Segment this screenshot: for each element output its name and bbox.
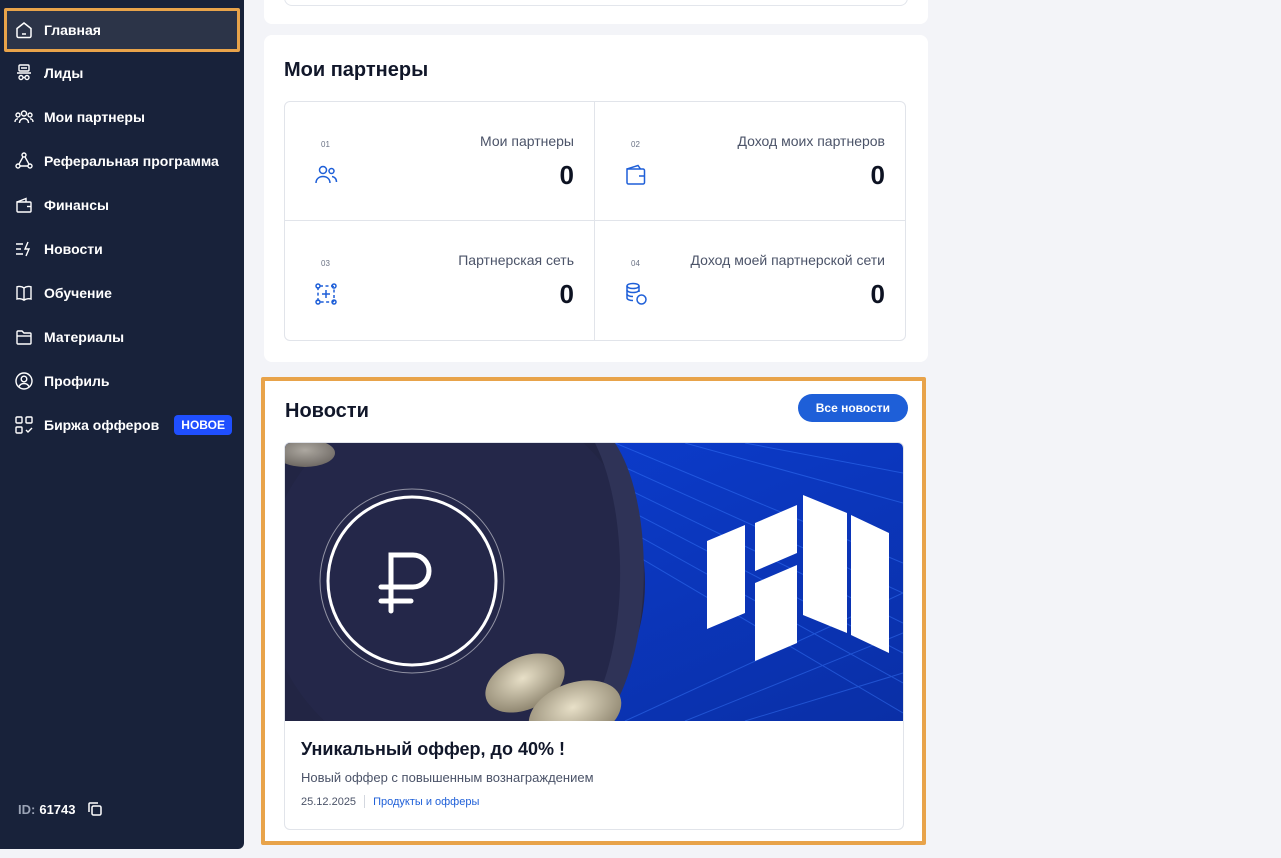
user-id: ID: 61743 <box>18 800 104 818</box>
stat-number: 03 <box>321 259 330 268</box>
sidebar-item-partners[interactable]: Мои партнеры <box>4 95 240 139</box>
sidebar-item-learning[interactable]: Обучение <box>4 271 240 315</box>
sidebar-item-leads[interactable]: Лиды <box>4 51 240 95</box>
sidebar-item-profile[interactable]: Профиль <box>4 359 240 403</box>
stat-network-income: 04 Доход моей партнерской сети 0 <box>595 221 905 340</box>
stat-label: Доход моей партнерской сети <box>690 252 885 268</box>
sidebar-item-label: Новости <box>44 241 103 257</box>
copy-icon[interactable] <box>86 800 104 818</box>
wallet-icon <box>14 195 34 215</box>
stat-value: 0 <box>559 279 574 309</box>
stat-label: Партнерская сеть <box>458 252 574 268</box>
stat-partners-income: 02 Доход моих партнеров 0 <box>595 102 905 221</box>
news-item-description: Новый оффер с повышенным вознаграждением <box>301 770 594 785</box>
sidebar-item-label: Обучение <box>44 285 112 301</box>
sidebar-item-materials[interactable]: Материалы <box>4 315 240 359</box>
partners-stats-grid: 01 Мои партнеры 0 02 Доход моих партнеро… <box>284 101 906 341</box>
all-news-button[interactable]: Все новости <box>797 394 908 422</box>
stat-label: Мои партнеры <box>480 133 574 149</box>
offers-icon <box>14 415 34 435</box>
sidebar-item-label: Лиды <box>44 65 84 81</box>
stat-value: 0 <box>559 160 574 190</box>
sidebar-item-news[interactable]: Новости <box>4 227 240 271</box>
sidebar-item-label: Финансы <box>44 197 109 213</box>
top-card-partial <box>264 0 928 24</box>
sidebar-item-label: Материалы <box>44 329 125 345</box>
profile-icon <box>14 371 34 391</box>
folder-icon <box>14 327 34 347</box>
home-icon <box>14 20 34 40</box>
sidebar-item-home[interactable]: Главная <box>4 8 240 52</box>
stat-my-partners: 01 Мои партнеры 0 <box>285 102 595 221</box>
news-title: Новости <box>285 400 369 422</box>
partners-title: Мои партнеры <box>284 59 429 81</box>
network-add-icon <box>313 281 339 307</box>
sidebar-item-label: Профиль <box>44 373 110 389</box>
partners-icon <box>313 162 339 188</box>
sidebar-item-offers[interactable]: Биржа офферов НОВОЕ <box>4 403 240 447</box>
news-image[interactable] <box>285 443 903 721</box>
user-id-value: 61743 <box>39 801 76 817</box>
stat-number: 02 <box>631 140 640 149</box>
news-card[interactable]: Уникальный оффер, до 40% ! Новый оффер с… <box>284 442 904 830</box>
sidebar-item-label: Реферальная программа <box>44 153 219 169</box>
news-item-date: 25.12.2025 <box>301 795 357 808</box>
user-id-label: ID: <box>18 801 36 817</box>
stat-number: 04 <box>631 259 640 268</box>
referral-icon <box>14 151 34 171</box>
stat-label: Доход моих партнеров <box>737 133 885 149</box>
top-card-inner <box>284 0 908 6</box>
partners-section: Мои партнеры 01 Мои партнеры 0 02 Доход … <box>264 35 928 362</box>
news-section: Новости Все новости Уникальный оффер, до… <box>261 377 926 845</box>
coins-icon <box>623 281 649 307</box>
sidebar-item-label: Биржа офферов <box>44 417 160 433</box>
sidebar: Главная Лиды Мои партнеры Реферальная пр… <box>0 0 244 849</box>
book-icon <box>14 283 34 303</box>
news-item-meta: 25.12.2025 Продукты и офферы <box>301 795 479 808</box>
stat-partner-network: 03 Партнерская сеть 0 <box>285 221 595 340</box>
news-item-title[interactable]: Уникальный оффер, до 40% ! <box>301 739 565 760</box>
sidebar-item-label: Мои партнеры <box>44 109 145 125</box>
leads-icon <box>14 63 34 83</box>
wallet-icon <box>623 162 649 188</box>
news-item-category[interactable]: Продукты и офферы <box>373 796 479 808</box>
new-badge: НОВОЕ <box>174 415 232 435</box>
stat-number: 01 <box>321 140 330 149</box>
stat-value: 0 <box>870 279 885 309</box>
sidebar-item-label: Главная <box>44 22 101 38</box>
sidebar-item-finance[interactable]: Финансы <box>4 183 240 227</box>
sidebar-item-referral[interactable]: Реферальная программа <box>4 139 240 183</box>
partners-icon <box>14 107 34 127</box>
stat-value: 0 <box>870 160 885 190</box>
news-icon <box>14 239 34 259</box>
meta-divider <box>364 795 366 808</box>
